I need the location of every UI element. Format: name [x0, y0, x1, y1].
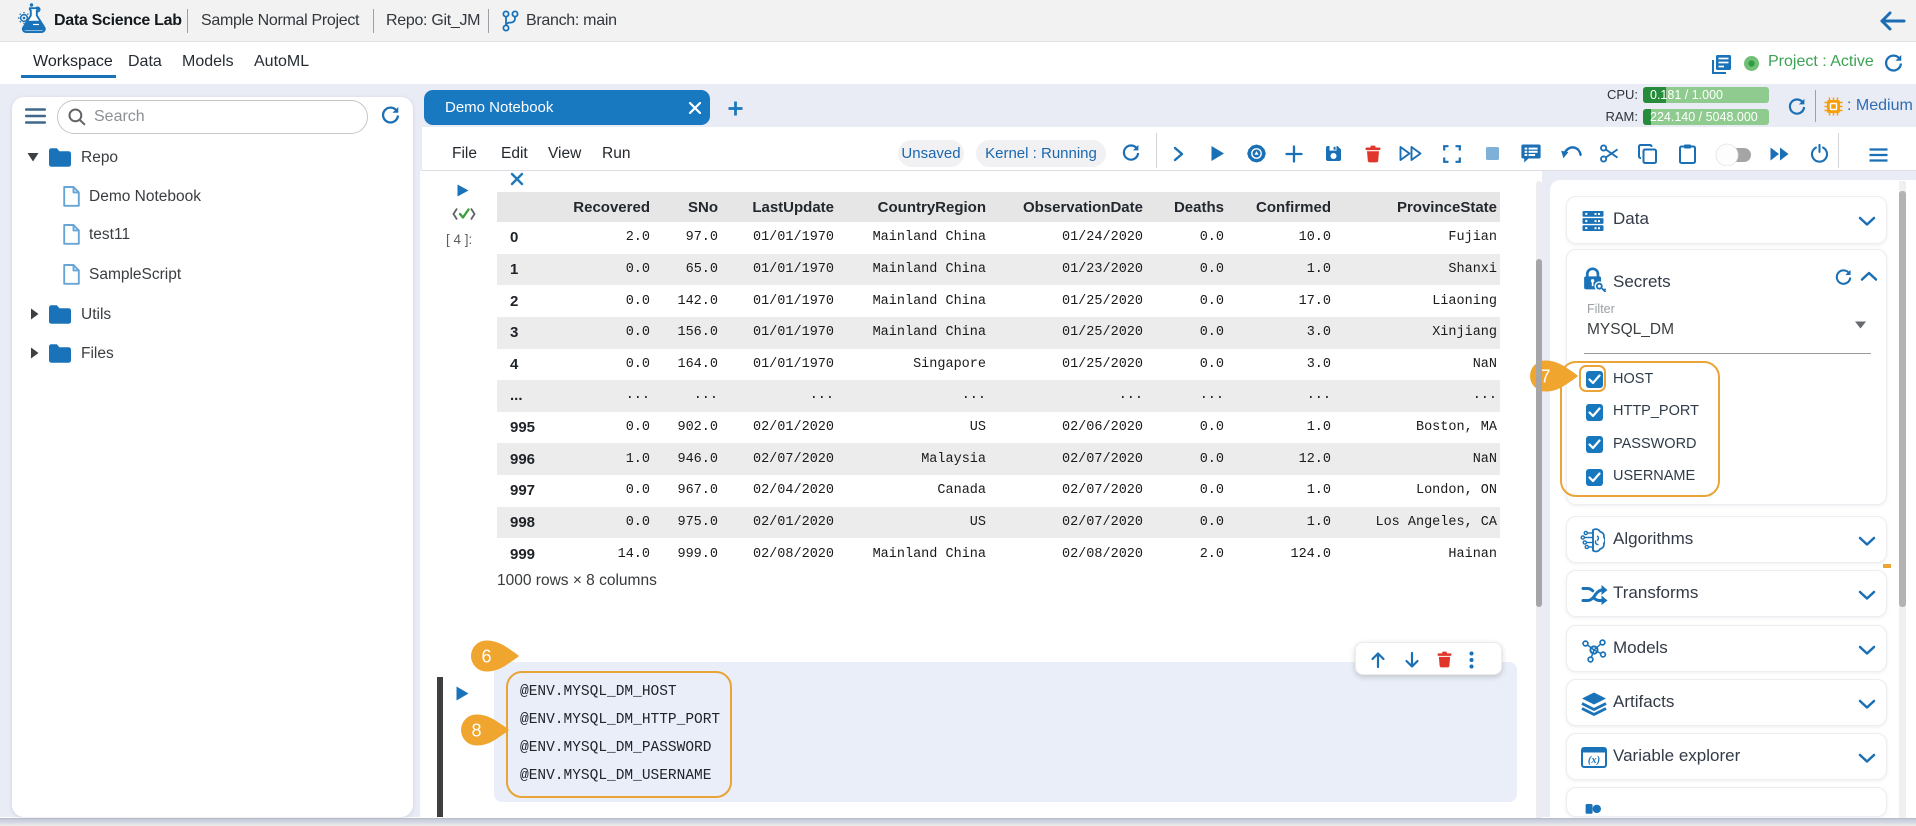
svg-text:(x): (x) [1588, 755, 1600, 766]
svg-text:6: 6 [481, 647, 491, 667]
svg-text:8: 8 [471, 721, 481, 741]
